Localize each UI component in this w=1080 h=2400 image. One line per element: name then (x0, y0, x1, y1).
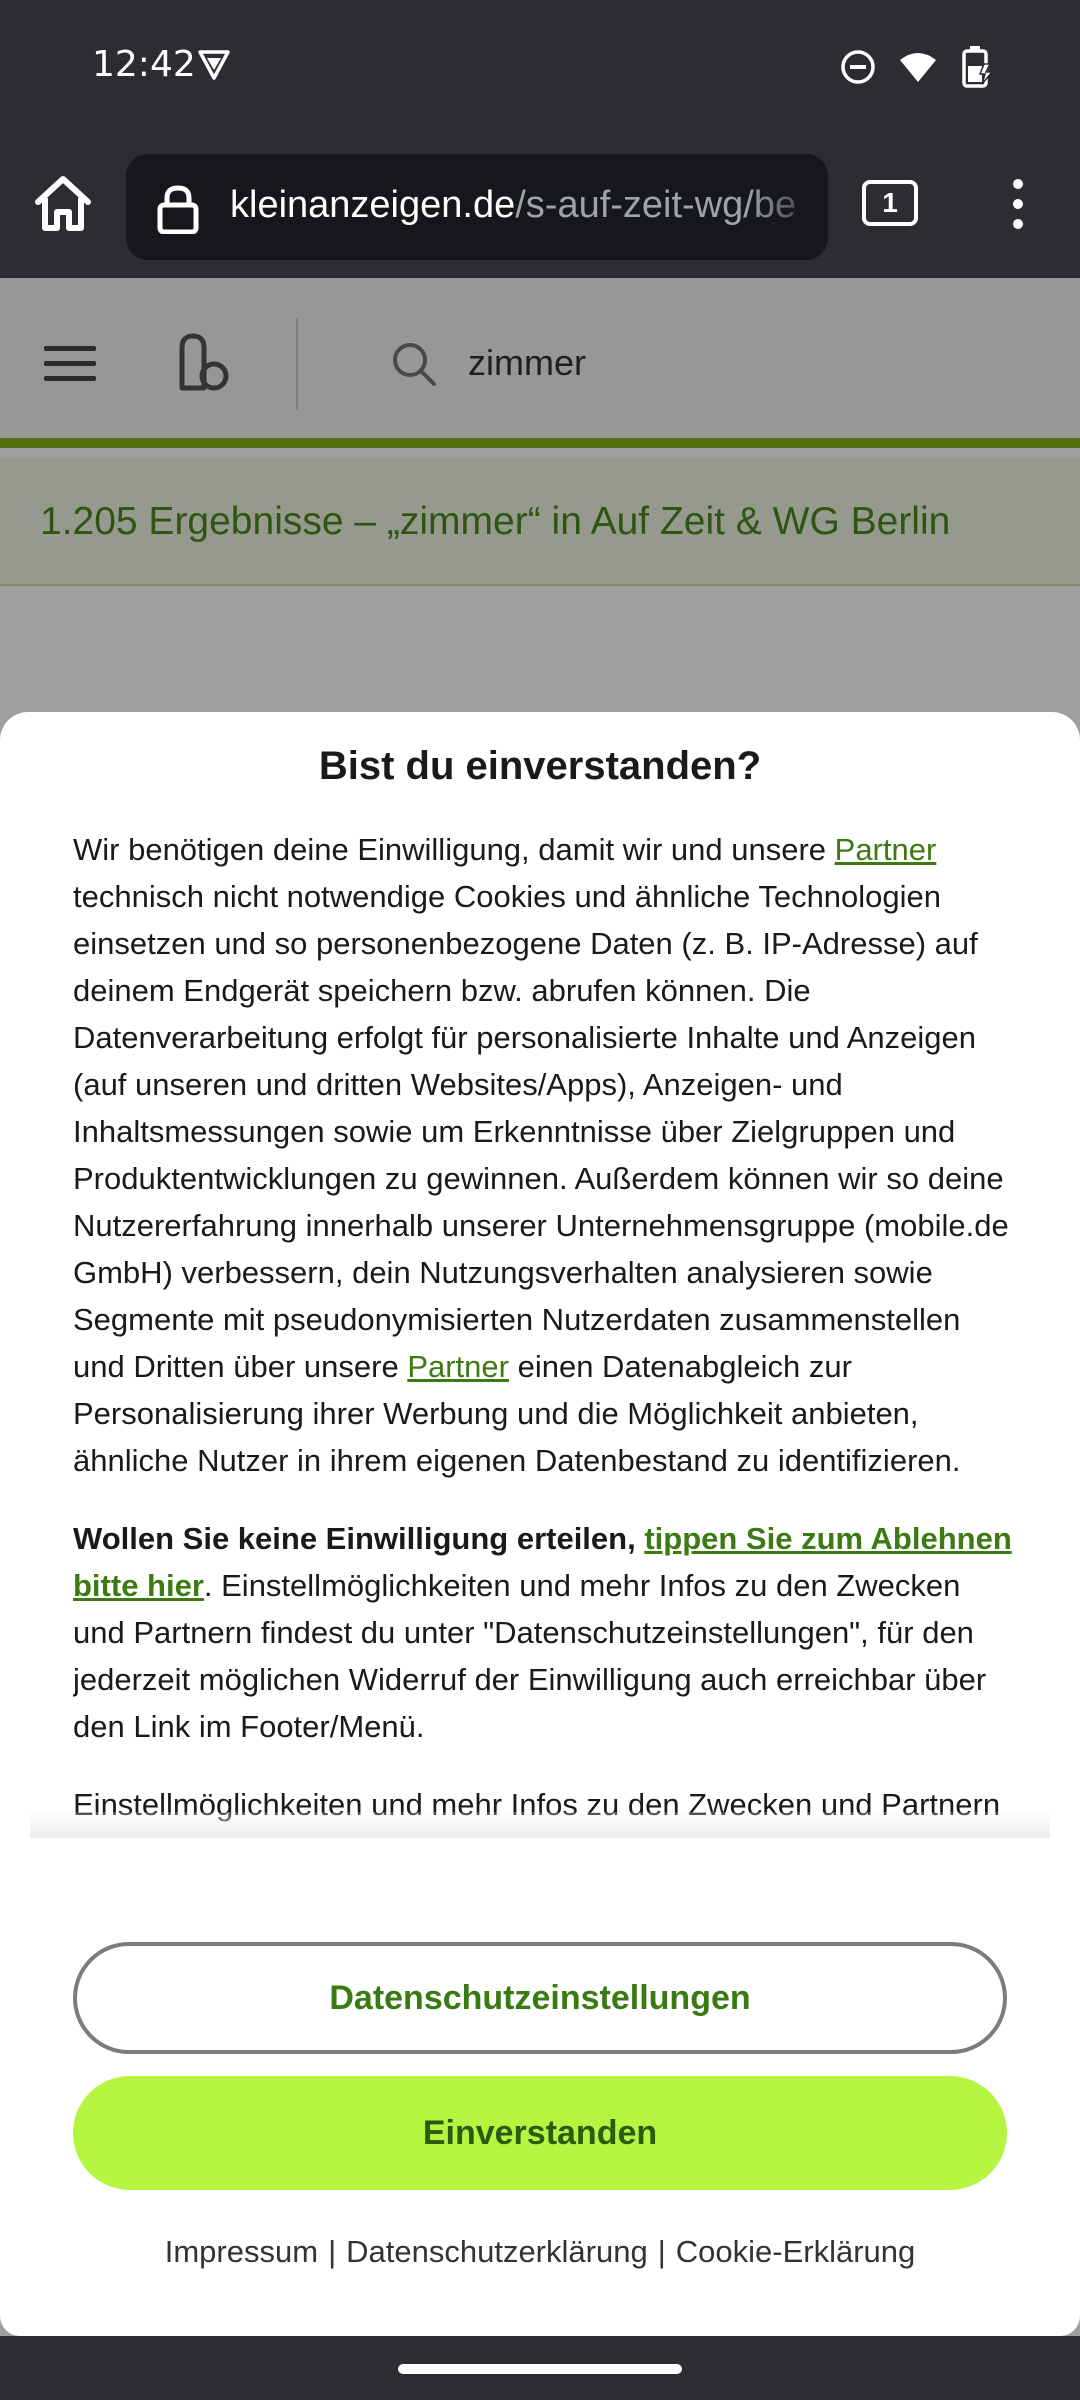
privacy-settings-button[interactable]: Datenschutzeinstellungen (73, 1942, 1007, 2054)
footer-separator: | (657, 2234, 666, 2269)
overflow-menu-icon[interactable] (1000, 176, 1036, 232)
battery-charging-icon (962, 46, 994, 88)
do-not-disturb-icon (841, 50, 875, 84)
consent-text: Wir benötigen deine Einwilligung, damit … (73, 832, 835, 867)
cookie-policy-link[interactable]: Cookie-Erklärung (676, 2234, 916, 2269)
status-time: 12:42 (92, 44, 196, 85)
url-domain: kleinanzeigen.de (230, 184, 516, 226)
status-bar: 12:42 (0, 0, 1080, 140)
consent-paragraph-1: Wir benötigen deine Einwilligung, damit … (73, 826, 1013, 1484)
impressum-link[interactable]: Impressum (165, 2234, 318, 2269)
accept-button[interactable]: Einverstanden (73, 2076, 1007, 2190)
vpn-shield-icon (198, 50, 230, 80)
consent-dialog: Bist du einverstanden? Wir benötigen dei… (0, 712, 1080, 2336)
consent-paragraph-2: Wollen Sie keine Einwilligung erteilen, … (73, 1515, 1013, 1750)
consent-body: Wir benötigen deine Einwilligung, damit … (73, 826, 1013, 1836)
reject-prompt: Wollen Sie keine Einwilligung erteilen, (73, 1521, 645, 1556)
url-text: kleinanzeigen.de/s-auf-zeit-wg/be (230, 184, 796, 227)
partner-link[interactable]: Partner (835, 832, 937, 867)
address-bar[interactable]: kleinanzeigen.de/s-auf-zeit-wg/be (126, 154, 828, 260)
tab-switcher-button[interactable]: 1 (862, 180, 918, 226)
footer-separator: | (328, 2234, 337, 2269)
consent-title: Bist du einverstanden? (318, 744, 762, 788)
home-icon[interactable] (30, 170, 96, 236)
partner-link[interactable]: Partner (407, 1349, 509, 1384)
browser-toolbar: kleinanzeigen.de/s-auf-zeit-wg/be 1 (0, 140, 1080, 278)
home-gesture-handle[interactable] (398, 2364, 682, 2374)
consent-text: . Einstellmöglichkeiten und mehr Infos z… (73, 1568, 987, 1744)
gesture-nav-bar (0, 2336, 1080, 2400)
url-fade (748, 154, 828, 260)
wifi-icon (900, 53, 936, 82)
lock-icon (157, 185, 199, 234)
consent-footer-links: Impressum | Datenschutzerklärung | Cookie-Er… (0, 2234, 1080, 2270)
consent-text: technisch nicht notwendige Cookies und ä… (73, 879, 1009, 1384)
scroll-fade (30, 1812, 1050, 1838)
privacy-policy-link[interactable]: Datenschutzerklärung (346, 2234, 648, 2269)
system-icons (840, 46, 994, 88)
